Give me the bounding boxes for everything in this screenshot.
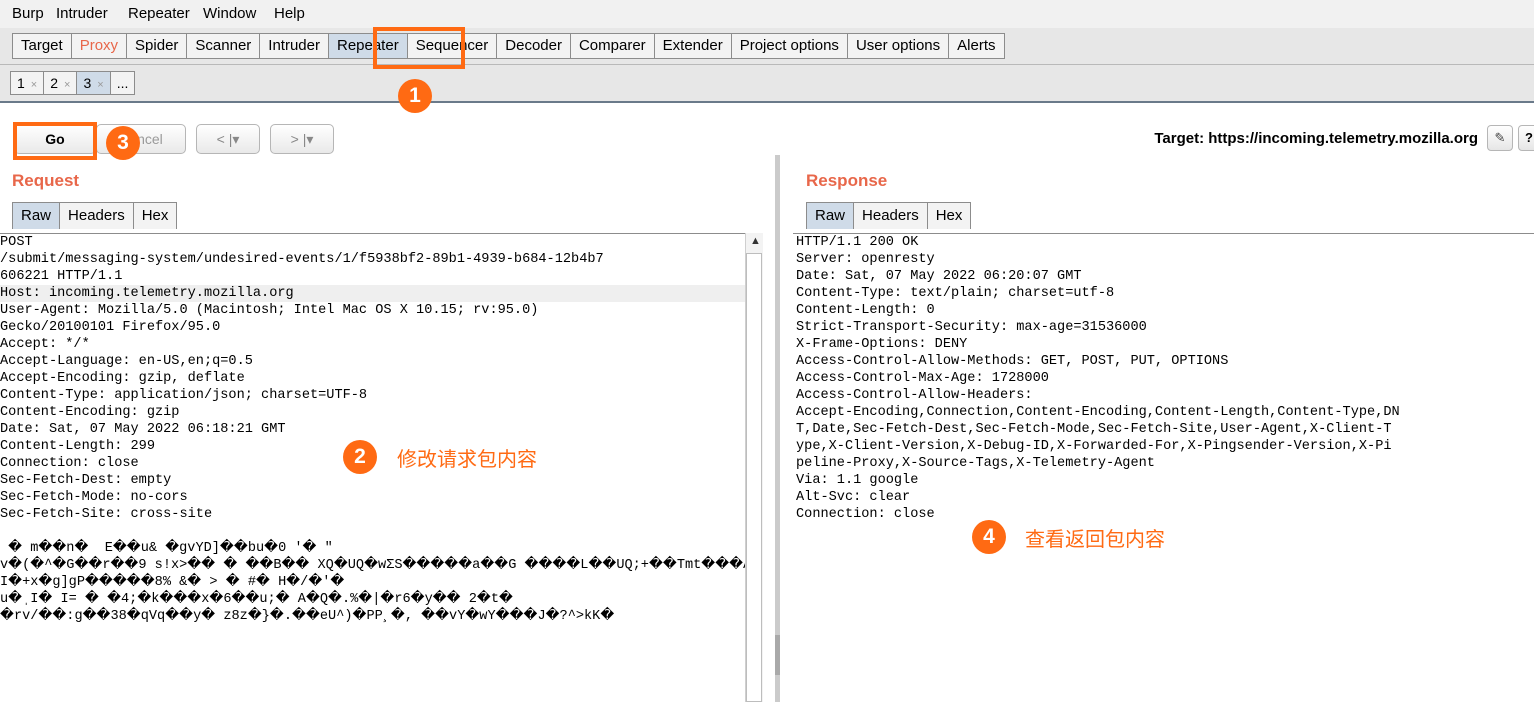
response-tab-raw[interactable]: Raw	[806, 202, 855, 229]
scroll-thumb[interactable]	[746, 253, 762, 702]
code-line: Access-Control-Allow-Methods: GET, POST,…	[796, 354, 1229, 369]
repeater-tab-bar: 1 × 2 × 3 × ...	[0, 65, 1534, 103]
close-icon[interactable]: ×	[31, 79, 37, 91]
menu-bar: Burp Intruder Repeater Window Help	[0, 0, 1534, 28]
code-line: Host: incoming.telemetry.mozilla.org	[0, 285, 745, 302]
code-line: I�+x�g]gP�����8% &� > � #� H�/�'�	[0, 575, 345, 590]
code-line: T,Date,Sec-Fetch-Dest,Sec-Fetch-Mode,Sec…	[796, 422, 1392, 437]
step-4-badge: 4	[972, 520, 1006, 554]
code-line: Gecko/20100101 Firefox/95.0	[0, 320, 221, 335]
code-line: Access-Control-Allow-Headers:	[796, 388, 1033, 403]
request-title: Request	[12, 171, 80, 190]
code-line: Accept-Encoding,Connection,Content-Encod…	[796, 405, 1400, 420]
code-line: Server: openresty	[796, 252, 935, 267]
repeater-tab-label: 2	[50, 75, 59, 91]
code-line: u�ˌI� I= � �4;�k���x�6��u;� A�Q�.%�|�r6�…	[0, 592, 513, 607]
tab-comparer[interactable]: Comparer	[569, 33, 655, 59]
split-divider[interactable]	[775, 155, 780, 702]
request-tab-headers[interactable]: Headers	[59, 202, 134, 229]
main-tab-bar: Target Proxy Spider Scanner Intruder Rep…	[0, 28, 1534, 65]
repeater-toolbar: Go Cancel < |▾ > |▾ Target: https://inco…	[0, 103, 1534, 158]
code-line: peline-Proxy,X-Source-Tags,X-Telemetry-A…	[796, 456, 1155, 471]
request-scrollbar[interactable]: ▲	[745, 233, 763, 702]
code-line: �rv/��:g��38�qVq��y� z8z�}�.��eU^)�PP¸�,…	[0, 609, 615, 624]
code-line: Date: Sat, 07 May 2022 06:18:21 GMT	[0, 422, 286, 437]
response-view-tabs: Raw Headers Hex	[806, 202, 972, 229]
repeater-tab-1[interactable]: 1 ×	[10, 71, 45, 95]
code-line: Access-Control-Max-Age: 1728000	[796, 371, 1049, 386]
close-icon[interactable]: ×	[97, 79, 103, 91]
repeater-tab-label: 3	[83, 75, 92, 91]
code-line: Accept: */*	[0, 337, 90, 352]
request-view-tabs: Raw Headers Hex	[12, 202, 178, 229]
code-line: Content-Length: 0	[796, 303, 935, 318]
code-line: Content-Encoding: gzip	[0, 405, 180, 420]
code-line: Strict-Transport-Security: max-age=31536…	[796, 320, 1147, 335]
pencil-icon[interactable]: ✎	[1487, 125, 1513, 151]
code-line: Connection: close	[796, 507, 935, 522]
response-viewer[interactable]: HTTP/1.1 200 OK Server: openresty Date: Sa…	[793, 233, 1534, 703]
step-2-badge: 2	[343, 440, 377, 474]
code-line: Sec-Fetch-Dest: empty	[0, 473, 172, 488]
repeater-tab-highlight	[373, 27, 465, 69]
step-3-badge: 3	[106, 126, 140, 160]
tab-intruder[interactable]: Intruder	[259, 33, 329, 59]
request-tab-hex[interactable]: Hex	[132, 202, 178, 229]
code-line: Date: Sat, 07 May 2022 06:20:07 GMT	[796, 269, 1082, 284]
tab-project-options[interactable]: Project options	[730, 33, 848, 59]
code-line: Alt-Svc: clear	[796, 490, 911, 505]
code-line: X-Frame-Options: DENY	[796, 337, 968, 352]
tab-decoder[interactable]: Decoder	[496, 33, 571, 59]
code-line: /submit/messaging-system/undesired-event…	[0, 252, 604, 267]
repeater-tab-label: 1	[17, 75, 25, 91]
step-2-note: 修改请求包内容	[397, 447, 537, 471]
code-line: Accept-Encoding: gzip, deflate	[0, 371, 245, 386]
code-line: Accept-Language: en-US,en;q=0.5	[0, 354, 253, 369]
request-text: POST/submit/messaging-system/undesired-e…	[0, 234, 745, 625]
go-button-highlight	[13, 122, 97, 160]
help-icon[interactable]: ?	[1518, 125, 1534, 151]
code-line: HTTP/1.1 200 OK	[796, 235, 919, 250]
tab-spider[interactable]: Spider	[126, 33, 188, 59]
step-4-note: 查看返回包内容	[1025, 527, 1165, 551]
code-line: ype,X-Client-Version,X-Debug-ID,X-Forwar…	[796, 439, 1392, 454]
code-line: v�(�^�G��r��9 s!x>�� � ��B�� XQ�UQ�wΣS��…	[0, 558, 745, 573]
repeater-tab-3[interactable]: 3 ×	[76, 71, 111, 95]
close-icon[interactable]: ×	[64, 79, 70, 91]
code-line: Content-Type: text/plain; charset=utf-8	[796, 286, 1115, 301]
code-line: User-Agent: Mozilla/5.0 (Macintosh; Inte…	[0, 303, 539, 318]
code-line: 606221 HTTP/1.1	[0, 269, 123, 284]
response-tab-hex[interactable]: Hex	[926, 202, 972, 229]
menu-intruder[interactable]: Intruder	[56, 5, 108, 22]
menu-window[interactable]: Window	[203, 5, 256, 22]
menu-help[interactable]: Help	[274, 5, 305, 22]
tab-proxy[interactable]: Proxy	[70, 33, 128, 59]
response-title: Response	[806, 171, 888, 190]
code-line: Sec-Fetch-Mode: no-cors	[0, 490, 188, 505]
response-text: HTTP/1.1 200 OK Server: openresty Date: Sa…	[793, 234, 1534, 523]
back-button[interactable]: < |▾	[196, 124, 260, 154]
code-line: Sec-Fetch-Site: cross-site	[0, 507, 213, 522]
code-line: POST	[0, 235, 33, 250]
step-1-badge: 1	[398, 79, 432, 113]
code-line: � m��n� E��u& �gvYD]��bu�0 '� "	[0, 541, 333, 556]
divider-grip[interactable]	[775, 635, 780, 675]
code-line: Via: 1.1 google	[796, 473, 919, 488]
scroll-up-icon[interactable]: ▲	[750, 235, 761, 247]
menu-burp[interactable]: Burp	[12, 5, 44, 22]
tab-user-options[interactable]: User options	[846, 33, 950, 59]
response-tab-headers[interactable]: Headers	[853, 202, 928, 229]
request-tab-raw[interactable]: Raw	[12, 202, 61, 229]
target-label: Target: https://incoming.telemetry.mozil…	[1154, 130, 1478, 147]
tab-target[interactable]: Target	[12, 33, 72, 59]
tab-scanner[interactable]: Scanner	[186, 33, 261, 59]
tab-alerts[interactable]: Alerts	[948, 33, 1005, 59]
repeater-tab-more[interactable]: ...	[109, 71, 136, 95]
menu-repeater[interactable]: Repeater	[128, 5, 190, 22]
code-line: Content-Type: application/json; charset=…	[0, 388, 368, 403]
forward-button[interactable]: > |▾	[270, 124, 334, 154]
tab-extender[interactable]: Extender	[653, 33, 732, 59]
repeater-tab-2[interactable]: 2 ×	[43, 71, 78, 95]
